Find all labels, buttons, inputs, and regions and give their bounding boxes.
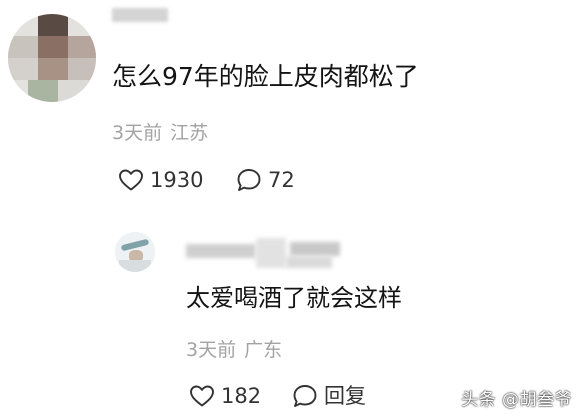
reply-like-button[interactable]: 182	[189, 382, 261, 410]
comment-meta: 3天前 江苏	[112, 121, 208, 145]
reply-like-count: 182	[221, 384, 262, 408]
reply-reply-label: 回复	[324, 384, 366, 408]
speech-bubble-icon	[237, 169, 261, 191]
commenter-name-redacted[interactable]	[112, 8, 168, 22]
comment-time: 3天前	[112, 122, 163, 144]
reply-reply-button[interactable]: 回复	[292, 382, 366, 410]
comment-text: 怎么97年的脸上皮肉都松了	[112, 62, 419, 91]
watermark: 头条 @胡叁爷	[461, 390, 572, 410]
reply-text: 太爱喝酒了就会这样	[186, 284, 402, 312]
comment-location: 江苏	[170, 122, 209, 144]
reply-time: 3天前	[186, 339, 237, 361]
heart-outline-icon	[119, 169, 143, 191]
speech-bubble-icon	[293, 385, 317, 407]
reply-location: 广东	[244, 339, 283, 361]
comment-reply-button[interactable]: 72	[236, 166, 295, 194]
reply-meta: 3天前 广东	[186, 338, 282, 362]
replier-avatar[interactable]	[115, 232, 155, 272]
commenter-avatar[interactable]	[8, 14, 96, 102]
heart-outline-icon	[190, 385, 214, 407]
comment-like-button[interactable]: 1930	[118, 166, 203, 194]
comment-reply-count: 72	[268, 168, 295, 192]
replier-name-redacted[interactable]	[186, 236, 346, 270]
comment-like-count: 1930	[150, 168, 204, 192]
